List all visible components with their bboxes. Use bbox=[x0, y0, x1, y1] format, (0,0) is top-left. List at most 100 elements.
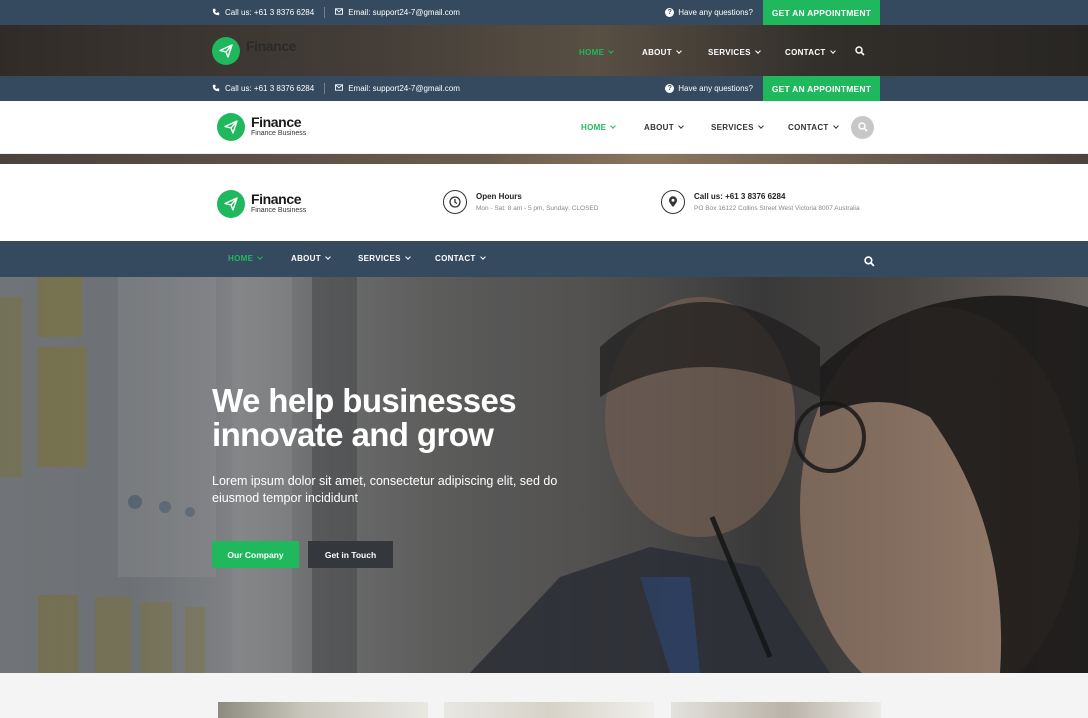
nav-about-label: ABOUT bbox=[642, 47, 672, 57]
nav-home[interactable]: HOME bbox=[228, 254, 291, 263]
main-nav-1: HOME ABOUT SERVICES CONTACT bbox=[579, 46, 865, 58]
nav-contact-label: CONTACT bbox=[435, 254, 476, 263]
chevron-down-icon bbox=[754, 47, 761, 54]
questions-text: Have any questions? bbox=[678, 8, 753, 17]
header-style-2: Finance Finance Business HOME ABOUT SERV… bbox=[0, 101, 1088, 154]
nav-services[interactable]: SERVICES bbox=[711, 123, 788, 132]
search-icon[interactable] bbox=[855, 46, 865, 58]
service-card-image[interactable] bbox=[218, 702, 428, 718]
logo[interactable]: Finance Finance Business bbox=[212, 37, 301, 65]
phone-icon bbox=[212, 84, 220, 94]
brand-tagline: Finance Business bbox=[251, 207, 307, 214]
get-in-touch-button[interactable]: Get in Touch bbox=[308, 541, 393, 568]
chevron-down-icon bbox=[610, 123, 617, 129]
nav-home-label: HOME bbox=[228, 254, 254, 263]
paper-plane-icon bbox=[217, 190, 245, 218]
brand-name: Finance bbox=[246, 38, 297, 54]
envelope-icon bbox=[335, 84, 344, 93]
nav-home[interactable]: HOME bbox=[581, 123, 644, 132]
nav-contact[interactable]: CONTACT bbox=[788, 123, 852, 132]
email-text: Email: support24-7@gmail.com bbox=[348, 8, 460, 17]
address-text: PO Box 16122 Collins Street West Victori… bbox=[694, 205, 860, 212]
get-appointment-button[interactable]: GET AN APPOINTMENT bbox=[763, 0, 880, 25]
chevron-down-icon bbox=[257, 254, 264, 260]
clock-icon bbox=[443, 190, 467, 214]
chevron-down-icon bbox=[829, 47, 836, 54]
brand-name: Finance bbox=[251, 114, 302, 130]
nav-home-label: HOME bbox=[579, 47, 605, 57]
call-info: Call us: +61 3 8376 6284 bbox=[212, 84, 314, 94]
top-bar-2: Call us: +61 3 8376 6284 Email: support2… bbox=[0, 76, 1088, 101]
main-nav-3: HOME ABOUT SERVICES CONTACT bbox=[228, 254, 499, 263]
hero-description: Lorem ipsum dolor sit amet, consectetur … bbox=[212, 474, 558, 505]
question-icon: ? bbox=[665, 84, 675, 93]
call-address: Call us: +61 3 8376 6284 PO Box 16122 Co… bbox=[661, 190, 860, 214]
open-hours: Open Hours Mon - Sat: 8 am - 5 pm, Sunda… bbox=[443, 190, 598, 214]
our-company-button[interactable]: Our Company bbox=[212, 541, 299, 568]
open-hours-title: Open Hours bbox=[476, 192, 522, 201]
chevron-down-icon bbox=[757, 123, 764, 129]
chevron-down-icon bbox=[678, 123, 684, 129]
question-icon: ? bbox=[665, 8, 675, 17]
questions-link[interactable]: ? Have any questions? bbox=[665, 8, 753, 17]
logo[interactable]: Finance Finance Business bbox=[217, 190, 306, 218]
email-info[interactable]: Email: support24-7@gmail.com bbox=[335, 84, 460, 93]
nav-contact[interactable]: CONTACT bbox=[435, 254, 499, 263]
main-nav-2: HOME ABOUT SERVICES CONTACT bbox=[581, 123, 852, 132]
nav-about[interactable]: ABOUT bbox=[291, 254, 358, 263]
open-hours-text: Mon - Sat: 8 am - 5 pm, Sunday: CLOSED bbox=[476, 205, 599, 212]
divider bbox=[324, 83, 326, 94]
service-card-image[interactable] bbox=[671, 702, 881, 718]
nav-home-label: HOME bbox=[581, 123, 607, 132]
chevron-down-icon bbox=[608, 47, 615, 54]
questions-link[interactable]: ? Have any questions? bbox=[665, 84, 753, 93]
hero-section: We help businesses innovate and grow Lor… bbox=[0, 277, 1088, 673]
email-info[interactable]: Email: support24-7@gmail.com bbox=[335, 8, 460, 17]
call-text: Call us: +61 3 8376 6284 bbox=[225, 8, 315, 17]
chevron-down-icon bbox=[832, 123, 839, 129]
search-button[interactable] bbox=[851, 116, 874, 139]
location-pin-icon bbox=[661, 190, 685, 214]
search-icon bbox=[857, 119, 868, 137]
search-icon[interactable] bbox=[864, 254, 875, 272]
image-strip bbox=[0, 154, 1088, 164]
nav-contact[interactable]: CONTACT bbox=[785, 48, 855, 57]
brand-tagline: Finance Business bbox=[246, 54, 302, 61]
service-card-image[interactable] bbox=[444, 702, 654, 718]
nav-services-label: SERVICES bbox=[711, 123, 754, 132]
paper-plane-icon bbox=[217, 113, 245, 141]
nav-contact-label: CONTACT bbox=[788, 123, 829, 132]
nav-services-label: SERVICES bbox=[358, 254, 401, 263]
hero-headline-line-1: We help businesses bbox=[212, 382, 517, 419]
envelope-icon bbox=[335, 8, 344, 17]
nav-services[interactable]: SERVICES bbox=[358, 254, 435, 263]
call-info: Call us: +61 3 8376 6284 bbox=[212, 8, 314, 18]
main-navbar: HOME ABOUT SERVICES CONTACT bbox=[0, 241, 1088, 277]
nav-about[interactable]: ABOUT bbox=[644, 123, 711, 132]
nav-about[interactable]: ABOUT bbox=[642, 48, 708, 57]
email-text: Email: support24-7@gmail.com bbox=[348, 84, 460, 93]
nav-about-label: ABOUT bbox=[644, 123, 674, 132]
logo[interactable]: Finance Finance Business bbox=[217, 113, 306, 141]
call-title: Call us: +61 3 8376 6284 bbox=[694, 192, 786, 201]
nav-services-label: SERVICES bbox=[708, 47, 751, 57]
header-style-3: Finance Finance Business Open Hours Mon … bbox=[0, 164, 1088, 241]
chevron-down-icon bbox=[479, 254, 486, 260]
nav-home[interactable]: HOME bbox=[579, 48, 642, 57]
call-text: Call us: +61 3 8376 6284 bbox=[225, 84, 315, 93]
paper-plane-icon bbox=[212, 37, 240, 65]
nav-about-label: ABOUT bbox=[291, 254, 321, 263]
phone-icon bbox=[212, 8, 220, 18]
divider bbox=[324, 7, 326, 18]
nav-services[interactable]: SERVICES bbox=[708, 48, 785, 57]
brand-name: Finance bbox=[251, 191, 302, 207]
chevron-down-icon bbox=[676, 47, 682, 54]
nav-contact-label: CONTACT bbox=[785, 47, 826, 57]
chevron-down-icon bbox=[404, 254, 411, 260]
questions-text: Have any questions? bbox=[678, 84, 753, 93]
page: Call us: +61 3 8376 6284 Email: support2… bbox=[0, 0, 1088, 718]
brand-tagline: Finance Business bbox=[251, 130, 307, 137]
hero-headline: We help businesses innovate and grow bbox=[212, 384, 632, 452]
top-bar-1: Call us: +61 3 8376 6284 Email: support2… bbox=[0, 0, 1088, 25]
get-appointment-button[interactable]: GET AN APPOINTMENT bbox=[763, 76, 880, 101]
